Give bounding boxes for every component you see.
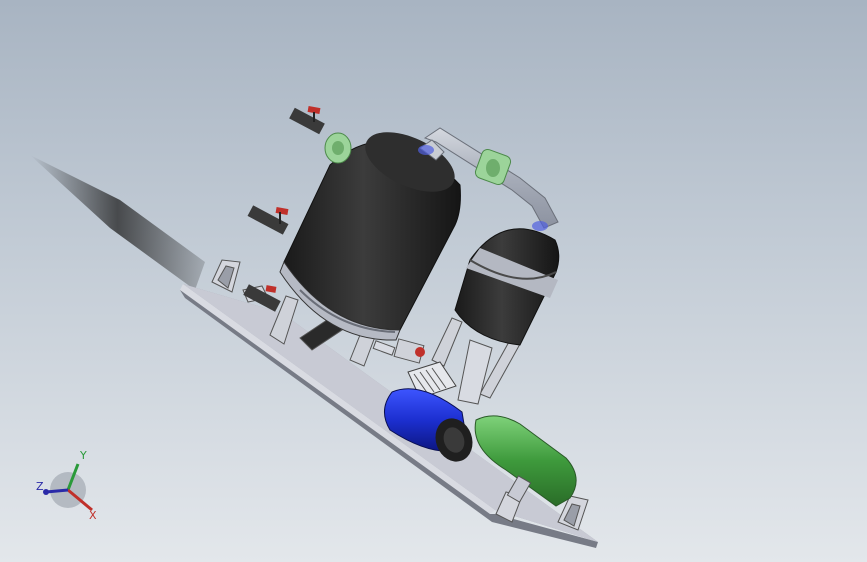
ground-shadow [30,155,205,290]
y-axis-label: Y [80,449,87,462]
z-axis-arrow [45,488,69,494]
pressure-switch[interactable] [372,338,425,364]
coupling-left[interactable] [324,132,352,164]
graphics-viewport[interactable]: Y Z X [0,0,867,562]
small-tank[interactable] [454,228,560,346]
valve-top[interactable] [289,106,325,135]
x-axis-label: X [89,509,97,522]
valve-middle[interactable] [247,205,289,235]
3d-model[interactable] [0,0,867,562]
z-axis-label: Z [36,480,44,493]
